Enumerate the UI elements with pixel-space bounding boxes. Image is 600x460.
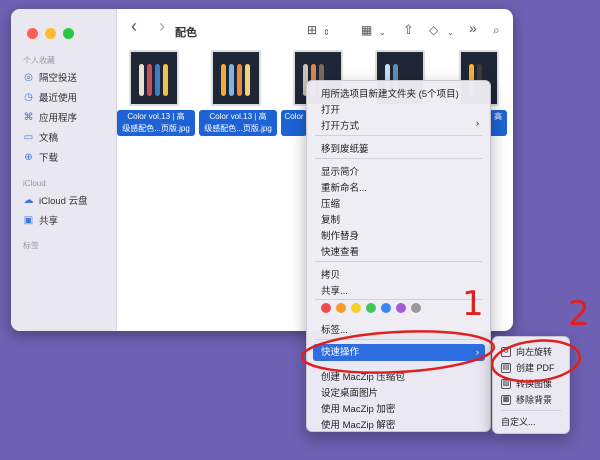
annotation-ellipse-quick-actions — [300, 330, 496, 374]
annotation-ellipse-create-pdf — [490, 339, 582, 383]
red-annotations: 1 2 — [300, 284, 590, 383]
annotation-label-1: 1 — [462, 284, 484, 324]
annotation-label-2: 2 — [568, 294, 590, 334]
